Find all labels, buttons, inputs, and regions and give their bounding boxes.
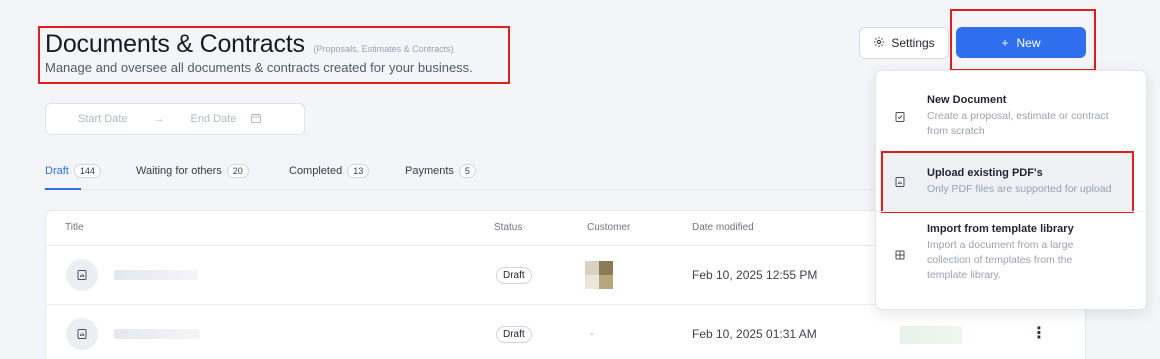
row-more-menu-icon[interactable]: ⋮ <box>1031 326 1047 342</box>
tab-label: Waiting for others <box>136 165 222 177</box>
template-library-icon <box>894 248 908 262</box>
tab-completed[interactable]: Completed 13 <box>289 164 370 178</box>
new-button[interactable]: + New <box>956 27 1086 58</box>
tab-count-badge: 13 <box>347 164 370 178</box>
column-header-customer[interactable]: Customer <box>587 222 630 233</box>
customer-cell: - <box>590 328 594 340</box>
date-range-picker[interactable]: Start Date → End Date <box>45 103 305 135</box>
menu-item-import-template[interactable]: Import from template library Import a do… <box>876 212 1146 308</box>
arrow-right-icon: → <box>153 113 165 125</box>
active-tab-indicator <box>45 188 81 190</box>
start-date-input[interactable]: Start Date <box>78 113 128 125</box>
column-header-status[interactable]: Status <box>494 222 522 233</box>
document-chart-icon <box>66 259 98 291</box>
column-header-title[interactable]: Title <box>65 222 84 233</box>
status-badge: Draft <box>496 326 532 343</box>
redacted-cell <box>900 326 962 344</box>
tab-draft[interactable]: Draft 144 <box>45 164 101 178</box>
menu-item-title: Import from template library <box>927 223 1074 235</box>
menu-item-description: Import a document from a large collectio… <box>927 239 1074 281</box>
calendar-icon[interactable] <box>250 112 262 127</box>
tab-count-badge: 5 <box>458 164 476 178</box>
tab-label: Completed <box>289 165 343 177</box>
document-chart-icon <box>66 318 98 350</box>
page-title-text: Documents & Contracts <box>45 30 305 58</box>
settings-button[interactable]: Settings <box>859 27 949 59</box>
menu-item-title: New Document <box>927 94 1007 106</box>
document-check-icon <box>894 110 908 124</box>
document-title-redacted[interactable] <box>114 270 198 280</box>
settings-label: Settings <box>891 36 935 50</box>
new-button-label: New <box>1016 35 1041 50</box>
upload-pdf-highlight-box <box>881 151 1134 213</box>
date-modified-cell: Feb 10, 2025 01:31 AM <box>692 327 817 341</box>
plus-icon: + <box>1001 35 1009 50</box>
tab-label: Payments <box>405 165 454 177</box>
column-header-date-modified[interactable]: Date modified <box>692 222 754 233</box>
tab-count-badge: 20 <box>226 164 249 178</box>
customer-avatar <box>585 261 613 289</box>
menu-item-new-document[interactable]: New Document Create a proposal, estimate… <box>876 70 1146 150</box>
page-description: Manage and oversee all documents & contr… <box>45 60 473 75</box>
tab-label: Draft <box>45 165 69 177</box>
tab-payments[interactable]: Payments 5 <box>405 164 476 178</box>
tab-count-badge: 144 <box>73 164 101 178</box>
tab-waiting-for-others[interactable]: Waiting for others 20 <box>136 164 249 178</box>
menu-item-description: Create a proposal, estimate or contract … <box>927 110 1109 137</box>
end-date-input[interactable]: End Date <box>191 113 237 125</box>
page-title: Documents & Contracts (Proposals, Estima… <box>45 30 454 59</box>
page-title-suffix: (Proposals, Estimates & Contracts) <box>313 44 454 54</box>
status-badge: Draft <box>496 267 532 284</box>
gear-icon <box>873 36 885 51</box>
document-title-redacted[interactable] <box>114 329 200 339</box>
date-modified-cell: Feb 10, 2025 12:55 PM <box>692 268 818 282</box>
tabs-divider <box>45 189 875 190</box>
